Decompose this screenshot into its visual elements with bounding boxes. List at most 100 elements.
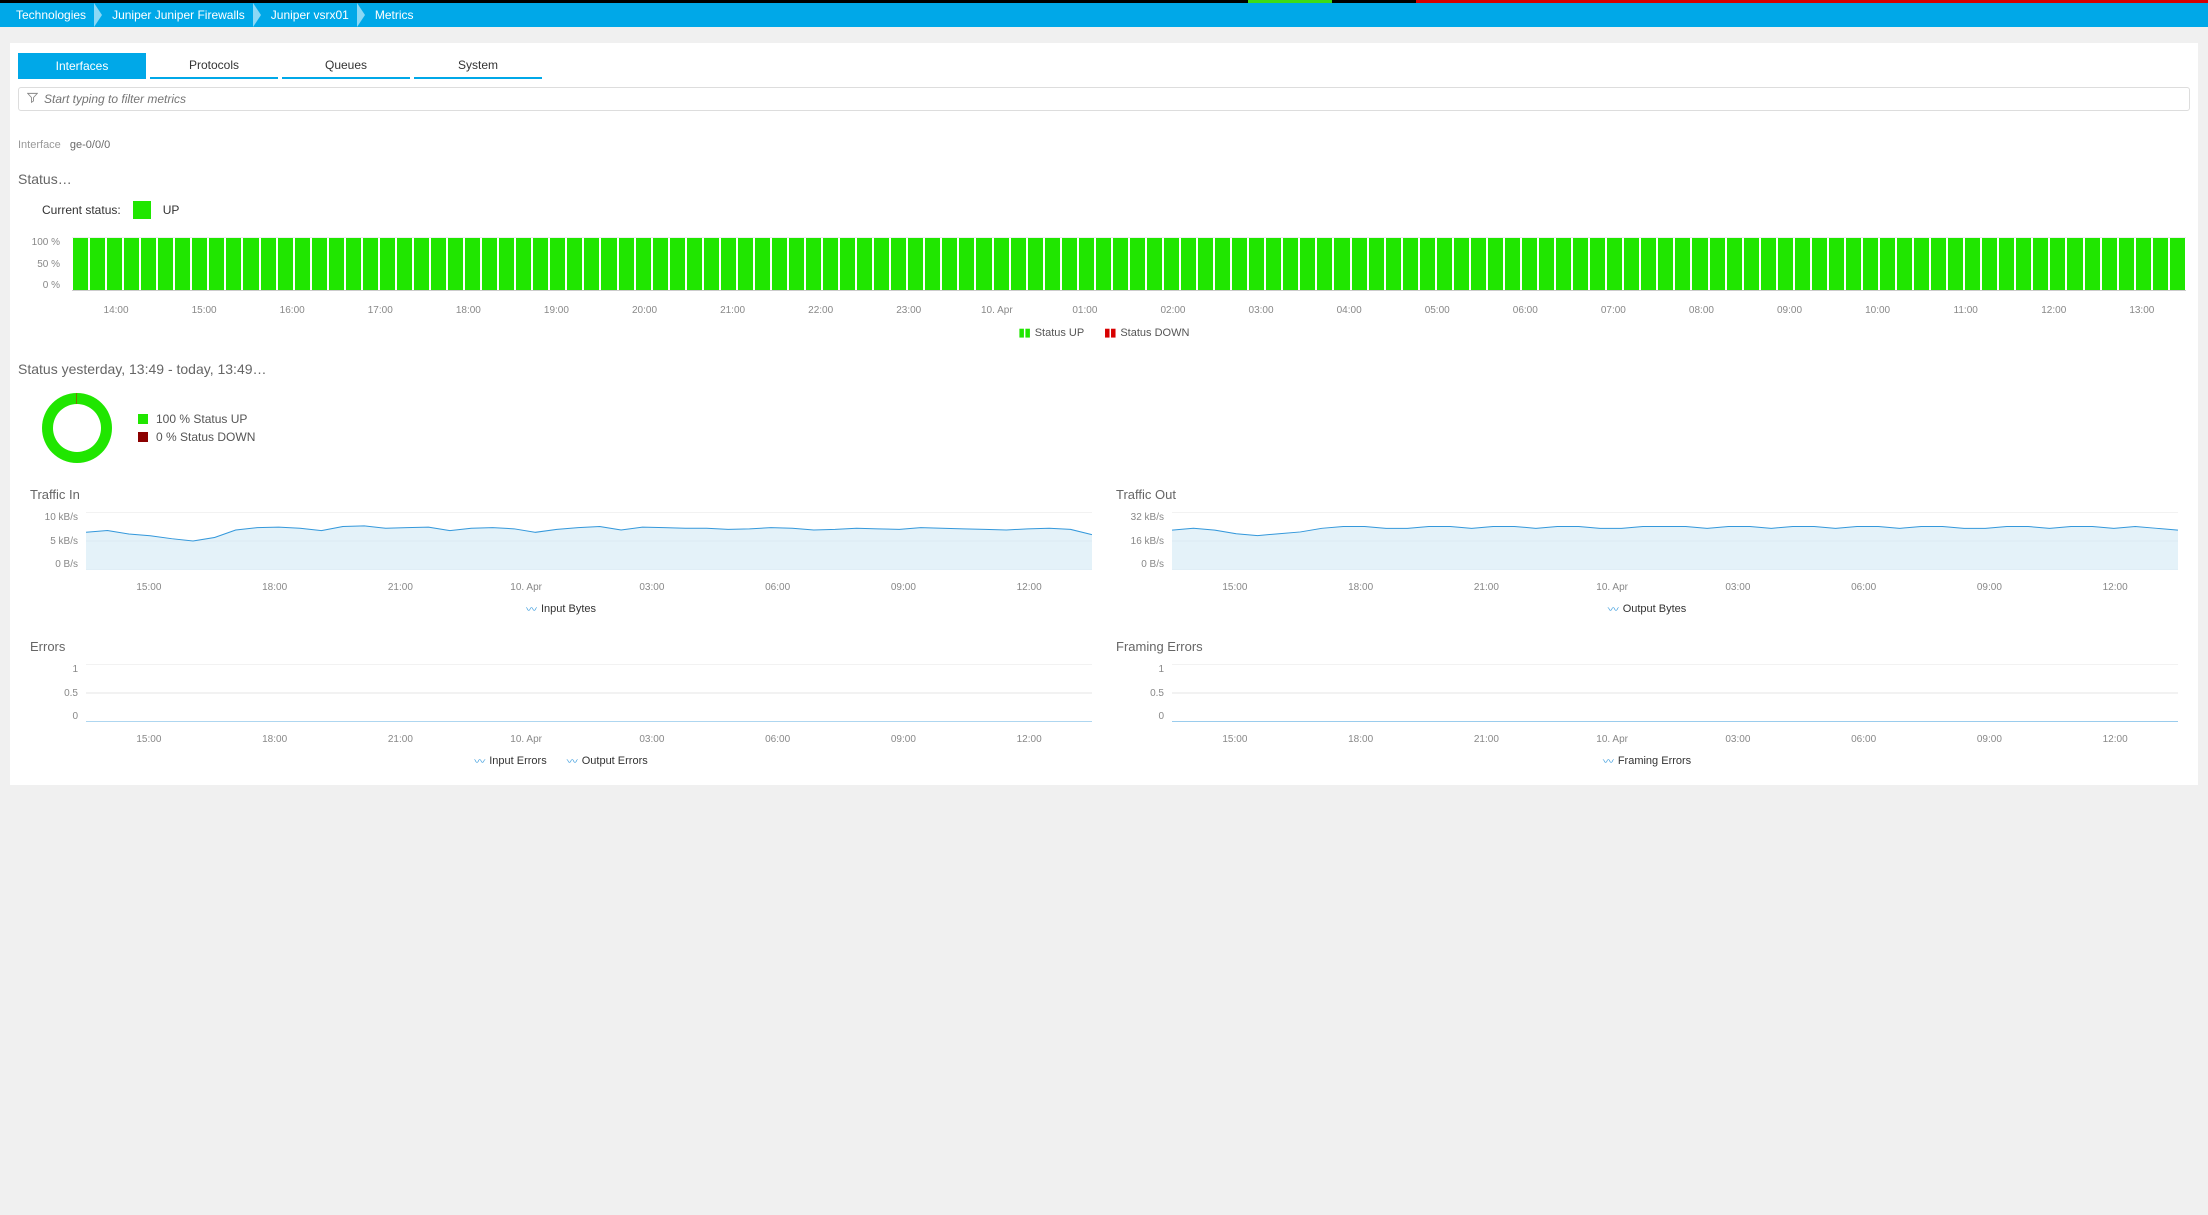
status-bar-segment — [1556, 238, 1571, 290]
status-bar-chart[interactable]: 100 %50 %0 % — [18, 237, 2190, 301]
current-status: Current status: UP — [42, 201, 2190, 219]
status-bar-segment — [329, 238, 344, 290]
status-bar-segment — [363, 238, 378, 290]
status-bar-segment — [1744, 238, 1759, 290]
status-bar-segment — [619, 238, 634, 290]
breadcrumb-item[interactable]: Metrics — [365, 3, 430, 27]
chart-title: Traffic In — [30, 487, 1092, 502]
status-bar-segment — [2050, 238, 2065, 290]
status-bar-segment — [1846, 238, 1861, 290]
status-bar-segment — [1863, 238, 1878, 290]
status-bar-segment — [1420, 238, 1435, 290]
status-bar-segment — [1011, 238, 1026, 290]
status-bar-segment — [1829, 238, 1844, 290]
status-bar-segment — [1045, 238, 1060, 290]
metrics-filter[interactable] — [18, 87, 2190, 111]
legend-item[interactable]: 100 % Status UP — [138, 412, 255, 426]
status-bar-segment — [1028, 238, 1043, 290]
status-bar-segment — [1590, 238, 1605, 290]
chart-framing-errors[interactable]: Framing Errors10.5015:0018:0021:0010. Ap… — [1104, 623, 2190, 775]
status-bar-segment — [806, 238, 821, 290]
status-bar-segment — [550, 238, 565, 290]
tab-queues[interactable]: Queues — [282, 53, 410, 79]
status-bar-segment — [942, 238, 957, 290]
status-bar-segment — [312, 238, 327, 290]
breadcrumb-item[interactable]: Juniper vsrx01 — [261, 3, 365, 27]
status-bar-segment — [721, 238, 736, 290]
current-status-value: UP — [163, 203, 180, 217]
status-donut-block: 100 % Status UP 0 % Status DOWN — [42, 393, 2190, 463]
tab-protocols[interactable]: Protocols — [150, 53, 278, 79]
status-bar-segment — [2170, 238, 2185, 290]
breadcrumb-item[interactable]: Juniper Juniper Firewalls — [102, 3, 261, 27]
legend-item[interactable]: ▮▮Status UP — [1019, 326, 1085, 339]
status-bar-segment — [1164, 238, 1179, 290]
status-bar-segment — [704, 238, 719, 290]
status-bar-segment — [414, 238, 429, 290]
status-bar-segment — [1573, 238, 1588, 290]
status-bar-segment — [1624, 238, 1639, 290]
chart-errors[interactable]: Errors10.5015:0018:0021:0010. Apr03:0006… — [18, 623, 1104, 775]
status-bar-segment — [2102, 238, 2117, 290]
status-bar-segment — [380, 238, 395, 290]
status-bar-segment — [925, 238, 940, 290]
main-content: InterfacesProtocolsQueuesSystem Interfac… — [10, 43, 2198, 785]
status-bar-segment — [226, 238, 241, 290]
status-range-heading: Status yesterday, 13:49 - today, 13:49… — [18, 361, 2190, 377]
status-bar-segment — [789, 238, 804, 290]
status-bar-segment — [1488, 238, 1503, 290]
legend-item[interactable]: 〰Output Bytes — [1608, 601, 1687, 617]
chart-traffic-out[interactable]: Traffic Out32 kB/s16 kB/s0 B/s15:0018:00… — [1104, 471, 2190, 623]
status-bar-segment — [2067, 238, 2082, 290]
filter-input[interactable] — [44, 92, 2181, 106]
status-bar-segment — [891, 238, 906, 290]
status-bar-segment — [448, 238, 463, 290]
breadcrumb-item[interactable]: Technologies — [6, 3, 102, 27]
status-bar-segment — [1948, 238, 1963, 290]
tab-system[interactable]: System — [414, 53, 542, 79]
status-bar-segment — [1147, 238, 1162, 290]
status-bar-segment — [1931, 238, 1946, 290]
status-bar-segment — [107, 238, 122, 290]
status-bar-segment — [397, 238, 412, 290]
status-bar-segment — [1982, 238, 1997, 290]
status-donut-chart[interactable] — [42, 393, 112, 463]
status-bar-segment — [687, 238, 702, 290]
status-bar-segment — [243, 238, 258, 290]
status-bar-segment — [823, 238, 838, 290]
status-heading: Status… — [18, 171, 2190, 187]
status-bar-segment — [653, 238, 668, 290]
status-bar-segment — [1607, 238, 1622, 290]
status-bar-segment — [1727, 238, 1742, 290]
legend-item[interactable]: 〰Input Errors — [474, 753, 546, 769]
status-bar-segment — [2016, 238, 2031, 290]
status-bar-segment — [465, 238, 480, 290]
status-bar-segment — [959, 238, 974, 290]
chart-title: Errors — [30, 639, 1092, 654]
status-bar-segment — [1232, 238, 1247, 290]
tab-interfaces[interactable]: Interfaces — [18, 53, 146, 79]
chart-traffic-in[interactable]: Traffic In10 kB/s5 kB/s0 B/s15:0018:0021… — [18, 471, 1104, 623]
status-bar-segment — [1710, 238, 1725, 290]
status-bar-segment — [73, 238, 88, 290]
status-bar-segment — [516, 238, 531, 290]
status-bar-segment — [1283, 238, 1298, 290]
status-bar-segment — [2119, 238, 2134, 290]
legend-item[interactable]: 〰Output Errors — [567, 753, 648, 769]
interface-label: Interface — [18, 139, 61, 151]
status-bar-segment — [1300, 238, 1315, 290]
status-bar-segment — [755, 238, 770, 290]
legend-item[interactable]: 〰Input Bytes — [526, 601, 596, 617]
status-bar-segment — [1471, 238, 1486, 290]
status-bar-segment — [1675, 238, 1690, 290]
legend-item[interactable]: 〰Framing Errors — [1603, 753, 1691, 769]
interface-row: Interface ge-0/0/0 — [18, 139, 2190, 151]
status-bar-segment — [1317, 238, 1332, 290]
legend-item[interactable]: ▮▮Status DOWN — [1104, 326, 1189, 339]
status-bar-segment — [158, 238, 173, 290]
breadcrumb: TechnologiesJuniper Juniper FirewallsJun… — [0, 3, 2208, 27]
status-bar-segment — [1334, 238, 1349, 290]
status-bar-segment — [1096, 238, 1111, 290]
status-bar-segment — [1522, 238, 1537, 290]
legend-item[interactable]: 0 % Status DOWN — [138, 430, 255, 444]
